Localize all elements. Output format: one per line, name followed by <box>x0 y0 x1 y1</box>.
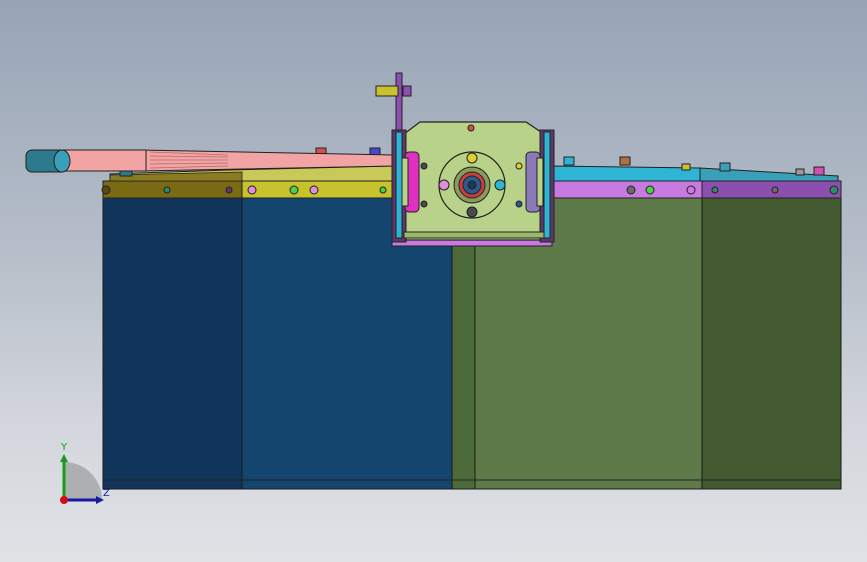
lever-pin <box>402 85 412 97</box>
cad-viewport[interactable]: Y Z <box>0 0 867 562</box>
z-axis-label: Z <box>103 488 110 499</box>
lever-knob[interactable] <box>375 85 399 97</box>
panel-dark-green[interactable] <box>701 197 842 490</box>
y-axis-label: Y <box>61 442 68 453</box>
gearbox[interactable] <box>391 121 555 247</box>
panel-olive-narrow[interactable] <box>451 239 476 490</box>
assembly-model[interactable] <box>0 0 867 562</box>
origin-dot <box>60 496 68 504</box>
rail-segment-purple[interactable] <box>701 180 842 199</box>
tube-body[interactable] <box>59 149 147 172</box>
rail-segment-brown[interactable] <box>102 180 243 199</box>
panel-dark-navy[interactable] <box>102 197 243 490</box>
tube-end-opening <box>53 149 71 173</box>
cover-plate-right[interactable] <box>551 165 701 182</box>
lever-arm[interactable] <box>395 72 403 134</box>
